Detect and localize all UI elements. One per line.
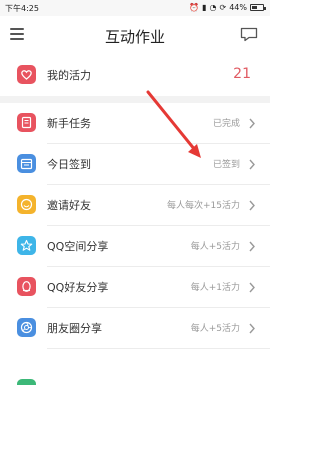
vitality-card: 我的活力 21 <box>0 55 270 96</box>
app-header: 互动作业 <box>0 16 270 56</box>
battery-icon <box>250 4 266 11</box>
task-label: 今日签到 <box>47 158 91 171</box>
battery-percent: 44% <box>229 3 247 12</box>
chevron-right-icon <box>248 156 256 170</box>
sync-icon: ⟳ <box>219 3 227 12</box>
task-row-moments[interactable]: 朋友圈分享 每人+5活力 <box>0 308 270 349</box>
alarm-icon: ⏰ <box>189 3 200 12</box>
task-row-partial[interactable] <box>0 349 270 385</box>
task-status: 每人+5活力 <box>190 242 240 252</box>
chevron-right-icon <box>248 279 256 293</box>
heart-icon <box>17 65 36 84</box>
aperture-icon <box>17 318 36 337</box>
vitality-label: 我的活力 <box>47 69 91 82</box>
page-title: 互动作业 <box>104 28 165 46</box>
phone-screen: 下午4:25 ⏰ ▮ ◔ ⟳ 44% 互动作业 我的活力 21 新手任务 已完成… <box>0 0 270 385</box>
penguin-icon <box>17 277 36 296</box>
task-label: 新手任务 <box>47 117 91 130</box>
task-status: 每人+5活力 <box>190 324 240 334</box>
task-label: 邀请好友 <box>47 199 91 212</box>
task-label: 朋友圈分享 <box>47 322 102 335</box>
smiley-icon <box>17 195 36 214</box>
vitality-value: 21 <box>233 66 251 82</box>
chevron-right-icon <box>248 197 256 211</box>
task-row-qq-friend[interactable]: QQ好友分享 每人+1活力 <box>0 267 270 308</box>
status-time: 下午4:25 <box>5 4 39 13</box>
task-status: 已签到 <box>212 160 240 170</box>
calendar-icon <box>17 154 36 173</box>
task-row-invite[interactable]: 邀请好友 每人每次+15活力 <box>0 185 270 226</box>
signal-icon: ▮ <box>202 3 207 12</box>
vitality-row[interactable]: 我的活力 21 <box>0 55 270 96</box>
chevron-right-icon <box>248 115 256 129</box>
chevron-right-icon <box>248 238 256 252</box>
task-status: 已完成 <box>212 119 240 129</box>
task-status: 每人+1活力 <box>190 283 240 293</box>
status-bar: 下午4:25 ⏰ ▮ ◔ ⟳ 44% <box>0 0 270 16</box>
task-row-checkin[interactable]: 今日签到 已签到 <box>0 144 270 185</box>
task-list: 新手任务 已完成 今日签到 已签到 邀请好友 每人每次+15活力 QQ空间分享 … <box>0 103 270 385</box>
task-label: QQ空间分享 <box>47 240 109 253</box>
task-status: 每人每次+15活力 <box>167 201 240 211</box>
star-icon <box>17 236 36 255</box>
chat-bubble-icon[interactable] <box>240 27 258 42</box>
task-row-newbie[interactable]: 新手任务 已完成 <box>0 103 270 144</box>
chevron-right-icon <box>248 320 256 334</box>
partial-item-icon <box>17 379 36 385</box>
task-row-qzone[interactable]: QQ空间分享 每人+5活力 <box>0 226 270 267</box>
status-icons: ⏰ ▮ ◔ ⟳ 44% <box>189 2 266 13</box>
wifi-icon: ◔ <box>209 3 217 12</box>
task-label: QQ好友分享 <box>47 281 109 294</box>
document-icon <box>17 113 36 132</box>
